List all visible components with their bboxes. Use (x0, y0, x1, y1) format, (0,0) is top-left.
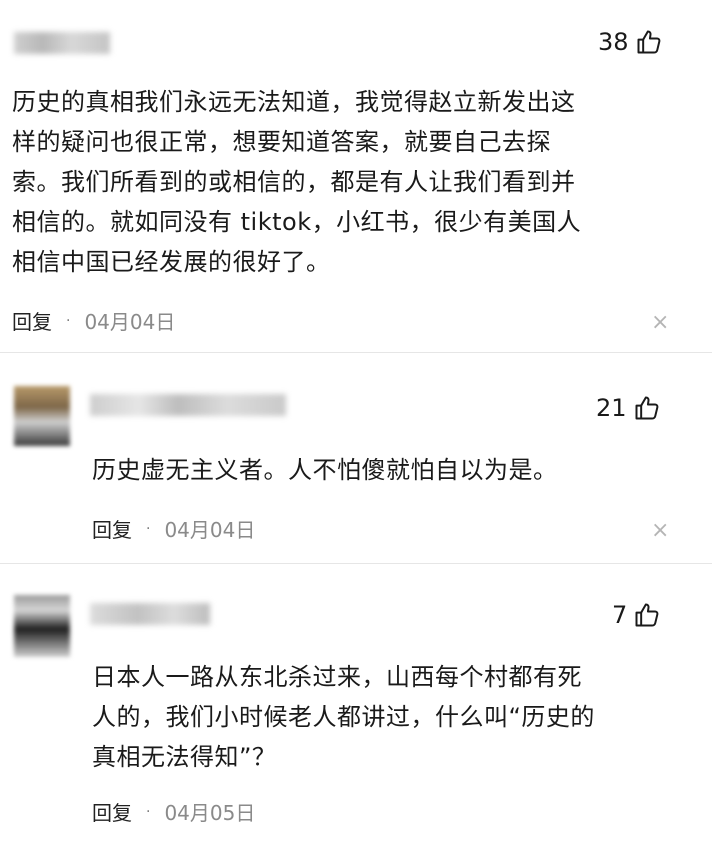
close-icon[interactable]: × (651, 520, 669, 542)
like-count: 38 (598, 28, 629, 56)
meta-separator: · (146, 520, 151, 537)
comment-line: 日本人一路从东北杀过来，山西每个村都有死 (92, 663, 582, 691)
comment-date: 04月04日 (84, 310, 176, 334)
divider (0, 563, 712, 564)
comment-line: 人的，我们小时候老人都讲过，什么叫“历史的 (92, 703, 595, 731)
like-button[interactable]: 38 (598, 28, 663, 56)
avatar[interactable] (14, 386, 70, 446)
meta-separator: · (146, 803, 151, 820)
comment-line: 相信中国已经发展的很好了。 (12, 248, 331, 276)
close-icon[interactable]: × (651, 312, 669, 334)
like-button[interactable]: 7 (612, 601, 661, 629)
reply-button[interactable]: 回复 (92, 514, 132, 543)
comment-line: 历史虚无主义者。人不怕傻就怕自以为是。 (92, 456, 558, 484)
username-blurred[interactable] (90, 394, 286, 416)
reply-button[interactable]: 回复 (12, 306, 52, 335)
like-button[interactable]: 21 (596, 394, 661, 422)
comment-item: 21 历史虚无主义者。人不怕傻就怕自以为是。 回复 · 04月04日 × (0, 354, 712, 559)
comment-item: 38 历史的真相我们永远无法知道，我觉得赵立新发出这 样的疑问也很正常，想要知道… (0, 0, 712, 350)
reply-button[interactable]: 回复 (92, 797, 132, 826)
username-blurred[interactable] (90, 603, 210, 625)
comment-line: 真相无法得知”？ (92, 743, 277, 771)
like-count: 21 (596, 394, 627, 422)
comment-meta: 回复 · 04月04日 (12, 306, 175, 335)
comment-line: 样的疑问也很正常，想要知道答案，就要自己去探 (12, 128, 551, 156)
avatar[interactable] (14, 595, 70, 657)
thumbs-up-icon (635, 603, 659, 627)
comment-text: 日本人一路从东北杀过来，山西每个村都有死 人的，我们小时候老人都讲过，什么叫“历… (92, 657, 595, 777)
comment-meta: 回复 · 04月04日 (92, 514, 255, 543)
comment-text: 历史的真相我们永远无法知道，我觉得赵立新发出这 样的疑问也很正常，想要知道答案，… (12, 82, 581, 282)
like-count: 7 (612, 601, 628, 629)
comment-text: 历史虚无主义者。人不怕傻就怕自以为是。 (92, 450, 558, 490)
comment-line: 索。我们所看到的或相信的，都是有人让我们看到并 (12, 168, 576, 196)
thumbs-up-icon (635, 396, 658, 420)
meta-separator: · (66, 312, 71, 329)
comment-line: 历史的真相我们永远无法知道，我觉得赵立新发出这 (12, 88, 576, 116)
comment-meta: 回复 · 04月05日 (92, 797, 255, 826)
comment-line: 相信的。就如同没有 tiktok，小红书，很少有美国人 (12, 208, 582, 236)
username-blurred[interactable] (14, 32, 110, 54)
divider (0, 352, 712, 353)
comment-date: 04月05日 (164, 801, 256, 825)
comment-date: 04月04日 (164, 518, 256, 542)
comment-item: 7 日本人一路从东北杀过来，山西每个村都有死 人的，我们小时候老人都讲过，什么叫… (0, 565, 712, 854)
thumbs-up-icon (637, 30, 660, 54)
